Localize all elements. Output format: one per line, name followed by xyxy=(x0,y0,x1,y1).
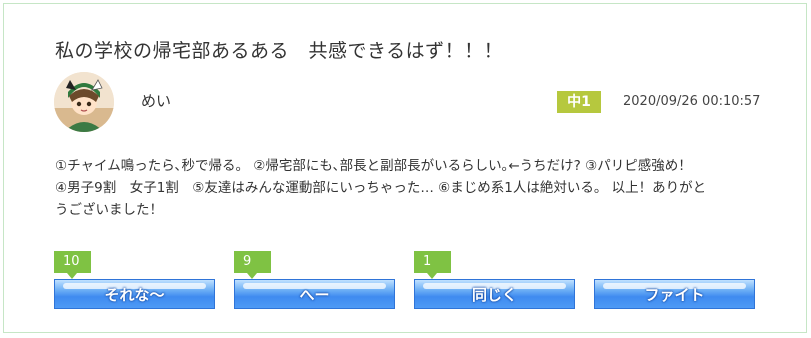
fight-button[interactable]: ファイト xyxy=(594,279,755,309)
reaction-onajiku: 1 同じく xyxy=(414,251,575,309)
grade-badge: 中1 xyxy=(557,91,601,113)
sorena-button[interactable]: それな～ xyxy=(54,279,215,309)
reaction-fight: ファイト xyxy=(594,251,755,309)
onajiku-button[interactable]: 同じく xyxy=(414,279,575,309)
post-card: 私の学校の帰宅部あるある 共感できるはず！！！ めい 中1 2020/09/26… xyxy=(3,3,807,333)
post-body: ①チャイム鳴ったら､秒で帰る。 ②帰宅部にも､部長と副部長がいるらしい｡←うちだ… xyxy=(55,155,775,221)
reaction-count-badge: 9 xyxy=(234,251,271,279)
post-body-line: うございました！ xyxy=(55,202,163,218)
hee-button-label: へー xyxy=(299,286,330,304)
sorena-button-label: それな～ xyxy=(104,286,165,304)
hee-button[interactable]: へー xyxy=(234,279,395,309)
avatar-icon xyxy=(54,72,114,132)
avatar[interactable] xyxy=(54,72,114,132)
fight-button-label: ファイト xyxy=(644,286,705,304)
post-body-line: ④男子9割 女子1割 ⑤友達はみんな運動部にいっちゃった… ⑥まじめ系1人は絶対… xyxy=(55,180,707,196)
reaction-sorena: 10 それな～ xyxy=(54,251,215,309)
post-title: 私の学校の帰宅部あるある 共感できるはず！！！ xyxy=(55,40,504,62)
post-body-line: ①チャイム鳴ったら､秒で帰る。 ②帰宅部にも､部長と副部長がいるらしい｡←うちだ… xyxy=(55,158,692,174)
post-timestamp: 2020/09/26 00:10:57 xyxy=(623,94,761,109)
reaction-count-badge: 10 xyxy=(54,251,91,279)
reaction-hee: 9 へー xyxy=(234,251,395,309)
author-name[interactable]: めい xyxy=(141,90,171,111)
reaction-count-badge: 1 xyxy=(414,251,451,279)
onajiku-button-label: 同じく xyxy=(471,286,517,304)
